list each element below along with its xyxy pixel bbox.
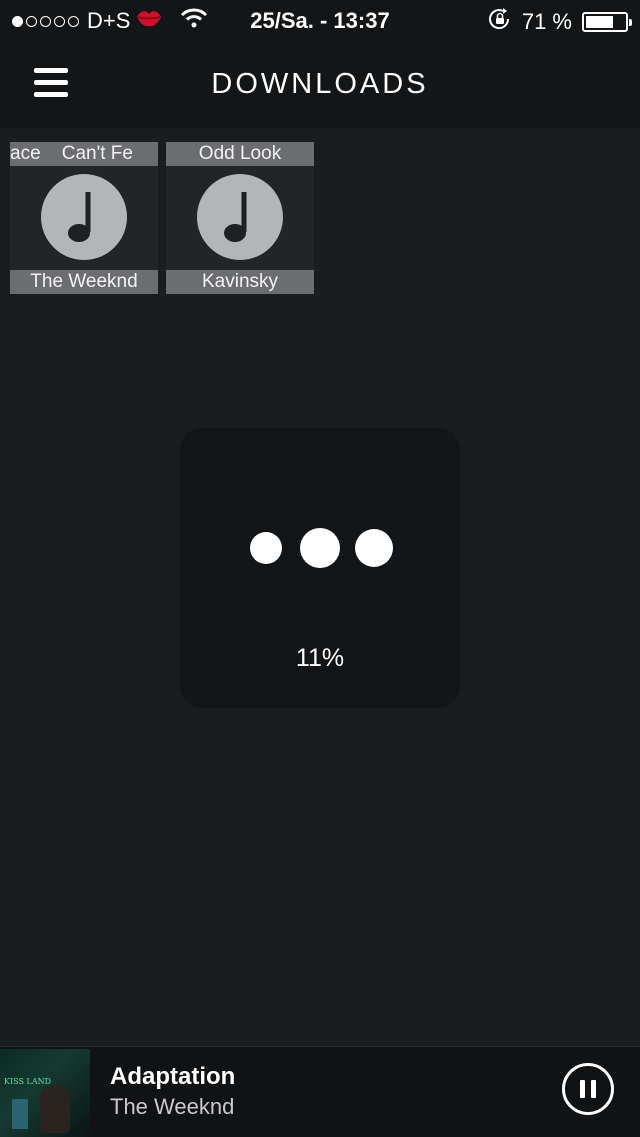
music-note-icon: [197, 174, 283, 260]
album-art[interactable]: KISS LAND: [0, 1049, 90, 1137]
album-tile[interactable]: Odd Look Kavinsky: [166, 142, 314, 294]
status-right: 71 %: [488, 8, 632, 36]
loading-percent: 11%: [295, 644, 345, 672]
album-tile[interactable]: ace Can't Fe The Weeknd: [10, 142, 158, 294]
battery-level: [586, 16, 613, 28]
track-title: Adaptation: [110, 1063, 236, 1090]
album-tile-artist: The Weeknd: [10, 270, 158, 294]
battery-percent: 71 %: [521, 9, 572, 34]
loading-dot: [355, 529, 393, 567]
album-art-detail: [12, 1099, 28, 1129]
pause-icon: [580, 1080, 585, 1098]
music-note-icon: [41, 174, 127, 260]
album-art-figure: [40, 1085, 70, 1133]
loading-dot: [300, 528, 340, 568]
album-tile-artist: Kavinsky: [166, 270, 314, 294]
now-playing-bar[interactable]: KISS LAND Adaptation The Weeknd: [0, 1046, 640, 1137]
track-artist: The Weeknd: [110, 1094, 235, 1119]
rotation-lock-icon: [488, 8, 512, 36]
nav-bar: DOWNLOADS: [0, 40, 640, 128]
page-title: DOWNLOADS: [211, 68, 429, 100]
loading-indicator: 11%: [180, 428, 460, 708]
status-bar: D+S 25/Sa. - 13:37 71 %: [0, 0, 640, 40]
loading-dot: [250, 532, 282, 564]
album-tile-title: ace Can't Fe: [10, 142, 158, 166]
battery-icon: [582, 12, 632, 32]
album-tile-title: Odd Look: [166, 142, 314, 166]
pause-button[interactable]: [562, 1063, 614, 1115]
pause-icon: [591, 1080, 596, 1098]
album-art-title: KISS LAND: [4, 1077, 52, 1086]
